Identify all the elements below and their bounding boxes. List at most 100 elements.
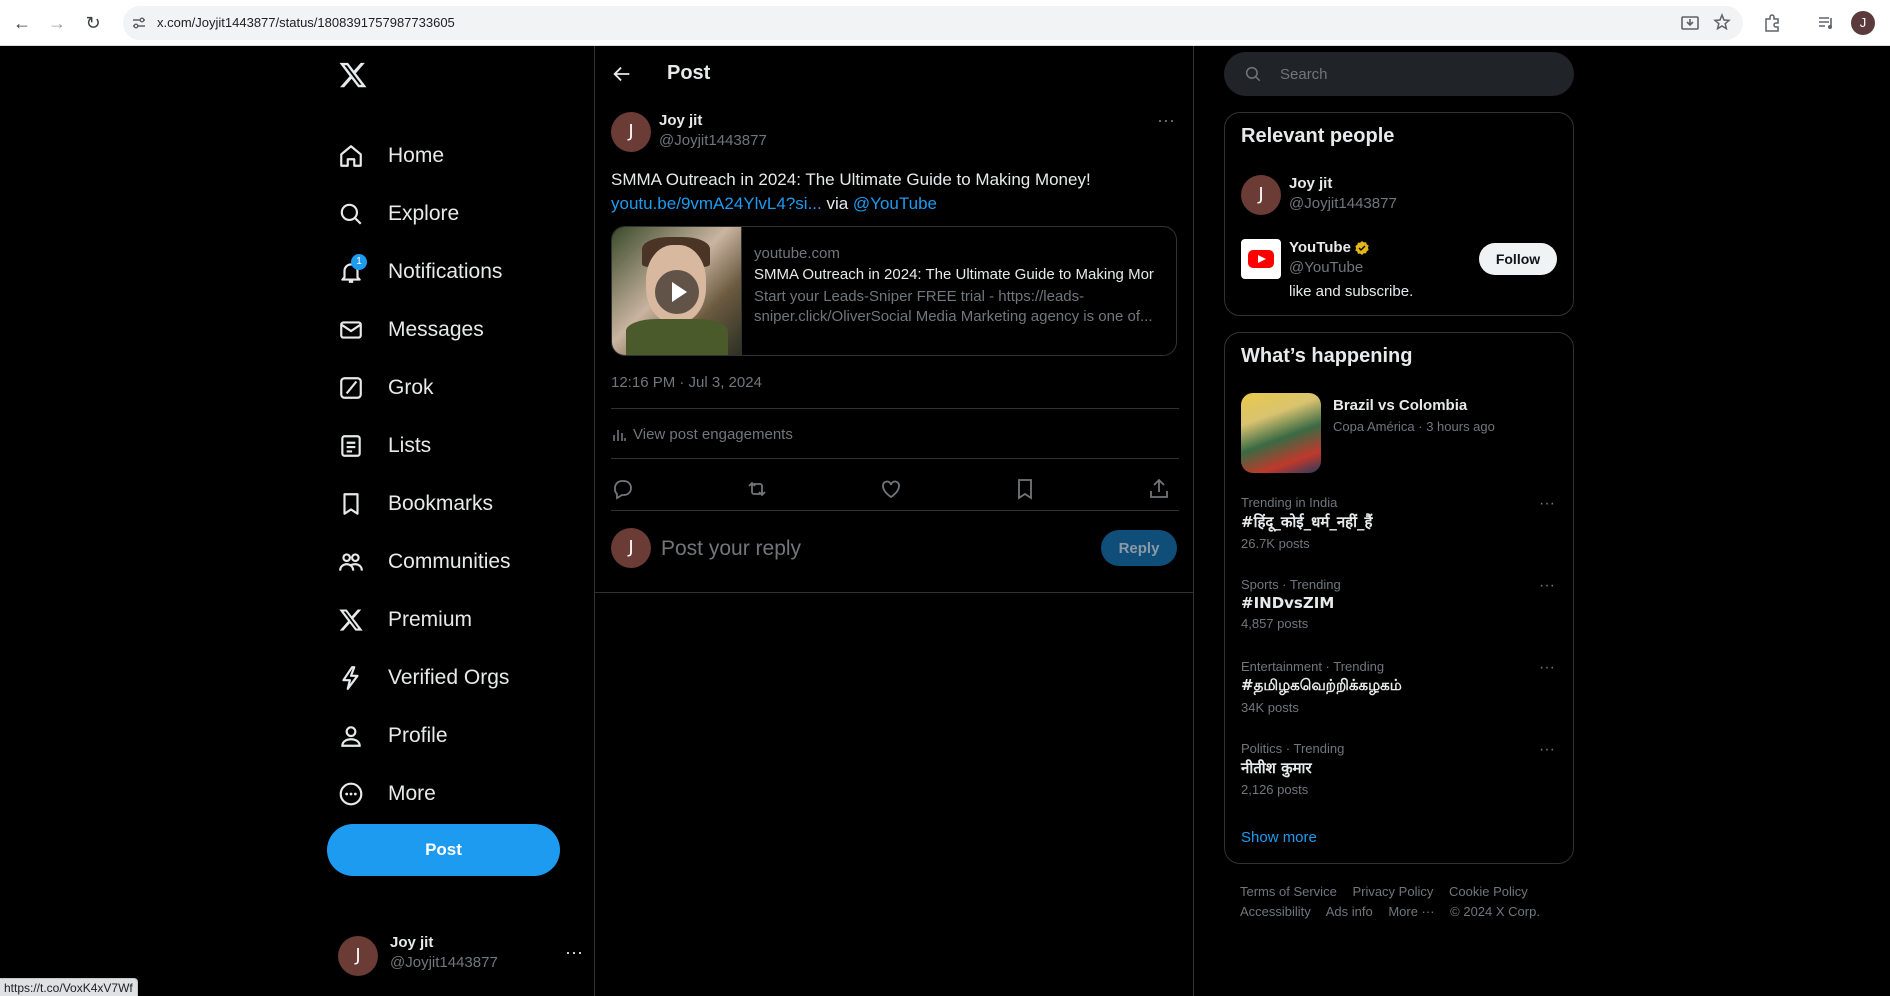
- account-switcher[interactable]: J Joy jit @Joyjit1443877 ···: [338, 932, 583, 980]
- footer-link[interactable]: Cookie Policy: [1449, 884, 1528, 899]
- nav-label: Communities: [388, 550, 511, 573]
- bookmark-icon[interactable]: [1013, 477, 1037, 501]
- trend-item[interactable]: Sports · Trending #INDvsZIM 4,857 posts …: [1241, 577, 1559, 631]
- nav-premium[interactable]: Premium: [338, 598, 472, 642]
- back-icon[interactable]: ←: [10, 11, 34, 35]
- video-thumbnail[interactable]: [612, 227, 742, 355]
- account-name: Joy jit: [390, 934, 434, 951]
- footer-link[interactable]: More ···: [1388, 904, 1434, 919]
- site-settings-icon[interactable]: [131, 15, 147, 31]
- nav-grok[interactable]: Grok: [338, 366, 434, 410]
- trend-item[interactable]: Entertainment · Trending #தமிழகவெற்றிக்க…: [1241, 659, 1559, 715]
- account-handle: @Joyjit1443877: [390, 954, 498, 971]
- nav-label: Verified Orgs: [388, 666, 510, 689]
- panel-title: What’s happening: [1241, 345, 1413, 367]
- trend-name: #INDvsZIM: [1241, 594, 1335, 612]
- nav-communities[interactable]: Communities: [338, 540, 511, 584]
- author-handle[interactable]: @Joyjit1443877: [659, 132, 767, 149]
- nav-home[interactable]: Home: [338, 134, 444, 178]
- notification-badge: 1: [351, 254, 367, 270]
- news-item[interactable]: Brazil vs Colombia Copa América · 3 hour…: [1241, 393, 1559, 473]
- copyright: © 2024 X Corp.: [1450, 904, 1540, 919]
- forward-icon[interactable]: →: [45, 11, 69, 35]
- nav-verified-orgs[interactable]: Verified Orgs: [338, 656, 509, 700]
- repost-icon[interactable]: [745, 477, 769, 501]
- search-box[interactable]: [1224, 52, 1574, 96]
- person-handle: @YouTube: [1289, 259, 1364, 276]
- divider: [611, 510, 1179, 511]
- grok-icon: [340, 377, 362, 399]
- back-arrow-icon[interactable]: [611, 63, 633, 85]
- footer-link[interactable]: Privacy Policy: [1352, 884, 1433, 899]
- more-circle-icon: [339, 782, 363, 806]
- more-icon[interactable]: ···: [1539, 659, 1555, 677]
- mention-link[interactable]: @YouTube: [853, 194, 937, 213]
- avatar: J: [338, 936, 378, 976]
- play-icon[interactable]: [655, 270, 699, 314]
- person-row[interactable]: YouTube @YouTube like and subscribe. Fol…: [1241, 239, 1559, 305]
- more-icon[interactable]: ···: [1539, 741, 1555, 759]
- nav-lists[interactable]: Lists: [338, 424, 431, 468]
- url-text: x.com/Joyjit1443877/status/1808391757987…: [157, 15, 455, 30]
- post-button[interactable]: Post: [327, 824, 560, 876]
- person-name: YouTube: [1289, 239, 1351, 256]
- footer-link[interactable]: Accessibility: [1240, 904, 1311, 919]
- trend-count: 4,857 posts: [1241, 616, 1309, 631]
- address-bar[interactable]: x.com/Joyjit1443877/status/1808391757987…: [123, 6, 1743, 40]
- post-timestamp[interactable]: 12:16 PM · Jul 3, 2024: [611, 374, 762, 391]
- nav-label: Notifications: [388, 260, 503, 283]
- nav-profile[interactable]: Profile: [338, 714, 448, 758]
- view-engagements-link[interactable]: View post engagements: [611, 426, 793, 443]
- more-icon[interactable]: ···: [1539, 577, 1555, 595]
- trend-name: #हिंदू_कोई_धर्म_नहीं_हैं: [1241, 513, 1373, 531]
- nav-explore[interactable]: Explore: [338, 192, 459, 236]
- search-input[interactable]: [1280, 63, 1550, 85]
- share-icon[interactable]: [1147, 477, 1171, 501]
- divider: [611, 458, 1179, 459]
- more-icon[interactable]: ···: [565, 942, 583, 963]
- trend-count: 34K posts: [1241, 700, 1299, 715]
- avatar[interactable]: J: [611, 112, 651, 152]
- thumbnail-image: [626, 319, 728, 355]
- show-more-link[interactable]: Show more: [1241, 829, 1317, 846]
- install-app-icon[interactable]: [1680, 11, 1700, 35]
- person-handle: @Joyjit1443877: [1289, 195, 1397, 212]
- bookmark-icon: [343, 493, 359, 515]
- trend-item[interactable]: Trending in India #हिंदू_कोई_धर्म_नहीं_ह…: [1241, 495, 1559, 551]
- author-name[interactable]: Joy jit: [659, 112, 702, 129]
- trend-meta: Entertainment · Trending: [1241, 659, 1385, 674]
- tweet-actions: [611, 474, 1179, 504]
- person-row[interactable]: J Joy jit @Joyjit1443877: [1241, 175, 1559, 219]
- footer-link[interactable]: Ads info: [1326, 904, 1373, 919]
- news-image: [1241, 393, 1321, 473]
- media-control-icon[interactable]: [1816, 11, 1836, 35]
- youtube-logo-icon: [1241, 239, 1281, 279]
- more-icon[interactable]: ···: [1157, 110, 1175, 131]
- person-bio: like and subscribe.: [1289, 283, 1414, 300]
- reply-input[interactable]: [661, 534, 1081, 564]
- link-preview-card[interactable]: youtube.com SMMA Outreach in 2024: The U…: [611, 226, 1177, 356]
- nav-bookmarks[interactable]: Bookmarks: [338, 482, 493, 526]
- like-icon[interactable]: [879, 477, 903, 501]
- reload-icon[interactable]: ↻: [81, 11, 105, 35]
- browser-profile-avatar[interactable]: J: [1851, 11, 1875, 35]
- footer-link[interactable]: Terms of Service: [1240, 884, 1337, 899]
- trend-item[interactable]: Politics · Trending नीतीश कुमार 2,126 po…: [1241, 741, 1559, 797]
- person-name: Joy jit: [1289, 175, 1333, 192]
- card-domain: youtube.com: [754, 245, 840, 262]
- follow-button[interactable]: Follow: [1479, 243, 1557, 275]
- tweet-link[interactable]: youtu.be/9vmA24YlvL4?si...: [611, 194, 822, 213]
- star-icon[interactable]: [1712, 11, 1732, 35]
- more-icon[interactable]: ···: [1539, 495, 1555, 513]
- home-icon: [340, 145, 362, 167]
- right-sidebar: Relevant people J Joy jit @Joyjit1443877…: [1224, 46, 1574, 996]
- nav-messages[interactable]: Messages: [338, 308, 484, 352]
- tweet-text: SMMA Outreach in 2024: The Ultimate Guid…: [611, 168, 1179, 216]
- extensions-icon[interactable]: [1762, 11, 1782, 35]
- engagements-label: View post engagements: [633, 426, 793, 443]
- nav-notifications[interactable]: 1 Notifications: [338, 250, 502, 294]
- reply-button[interactable]: Reply: [1101, 530, 1177, 566]
- x-logo-icon[interactable]: [338, 60, 368, 90]
- nav-more[interactable]: More: [338, 772, 436, 816]
- reply-icon[interactable]: [611, 477, 635, 501]
